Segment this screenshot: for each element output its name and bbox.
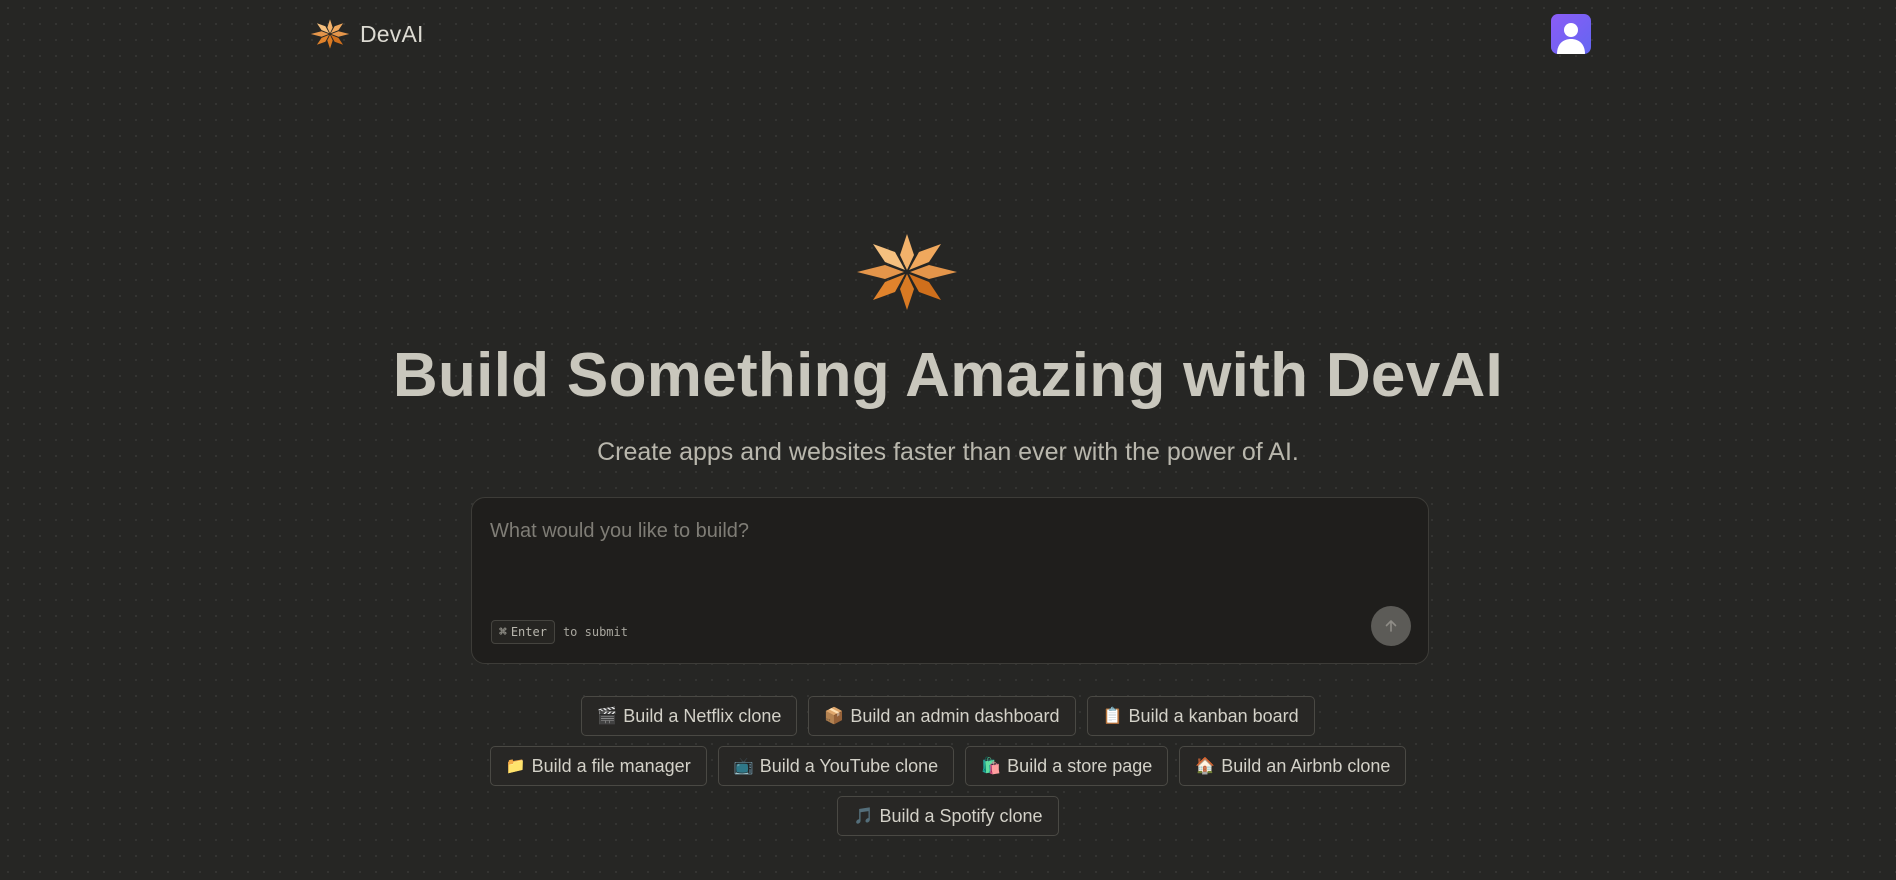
folder-icon: 📁 (505, 758, 526, 775)
suggestion-label: Build a YouTube clone (759, 755, 939, 776)
suggestion-row: 🎵 Build a Spotify clone (0, 796, 1896, 836)
suggestion-row: 🎬 Build a Netflix clone 📦 Build an admin… (0, 696, 1896, 736)
shortcut-key-label: Enter (510, 625, 547, 639)
clipboard-icon: 📋 (1102, 708, 1123, 725)
suggestion-row: 📁 Build a file manager 📺 Build a YouTube… (0, 746, 1896, 786)
package-icon: 📦 (824, 708, 845, 725)
suggestion-chips: 🎬 Build a Netflix clone 📦 Build an admin… (0, 696, 1896, 846)
suggestion-file-manager[interactable]: 📁 Build a file manager (489, 746, 707, 786)
suggestion-netflix-clone[interactable]: 🎬 Build a Netflix clone (581, 696, 798, 736)
suggestion-store-page[interactable]: 🛍️ Build a store page (965, 746, 1169, 786)
suggestion-admin-dashboard[interactable]: 📦 Build an admin dashboard (808, 696, 1076, 736)
user-avatar-button[interactable] (1551, 14, 1591, 54)
user-avatar-icon (1557, 23, 1585, 54)
suggestion-label: Build an Airbnb clone (1221, 755, 1391, 776)
page-title: Build Something Amazing with DevAI (392, 341, 1504, 410)
page-subtitle: Create apps and websites faster than eve… (597, 438, 1299, 466)
suggestion-spotify-clone[interactable]: 🎵 Build a Spotify clone (837, 796, 1059, 836)
suggestion-label: Build an admin dashboard (850, 705, 1060, 726)
brand[interactable]: DevAI (310, 16, 424, 52)
top-header: DevAI (0, 0, 1896, 70)
prompt-box: ⌘ Enter to submit (471, 497, 1429, 664)
brand-name: DevAI (360, 20, 424, 47)
music-note-icon: 🎵 (853, 808, 874, 825)
suggestion-label: Build a store page (1007, 755, 1153, 776)
arrow-up-icon (1385, 620, 1397, 632)
house-icon: 🏠 (1195, 758, 1216, 775)
prompt-input[interactable] (490, 520, 1390, 560)
submit-button[interactable] (1371, 606, 1411, 646)
shortcut-hint-text: to submit (562, 625, 628, 639)
television-icon: 📺 (733, 758, 754, 775)
keyboard-shortcut: ⌘ Enter (491, 620, 555, 644)
asterisk-star-logo-icon (310, 19, 350, 49)
suggestion-label: Build a file manager (531, 755, 691, 776)
suggestion-youtube-clone[interactable]: 📺 Build a YouTube clone (717, 746, 955, 786)
suggestion-label: Build a Spotify clone (879, 805, 1043, 826)
clapperboard-icon: 🎬 (597, 708, 618, 725)
shopping-bags-icon: 🛍️ (981, 758, 1002, 775)
asterisk-star-logo-icon (857, 234, 957, 310)
suggestion-kanban-board[interactable]: 📋 Build a kanban board (1086, 696, 1315, 736)
suggestion-label: Build a Netflix clone (623, 705, 782, 726)
suggestion-airbnb-clone[interactable]: 🏠 Build an Airbnb clone (1179, 746, 1407, 786)
submit-shortcut-hint: ⌘ Enter to submit (491, 620, 628, 644)
suggestion-label: Build a kanban board (1128, 705, 1299, 726)
command-key-icon: ⌘ (499, 624, 507, 640)
